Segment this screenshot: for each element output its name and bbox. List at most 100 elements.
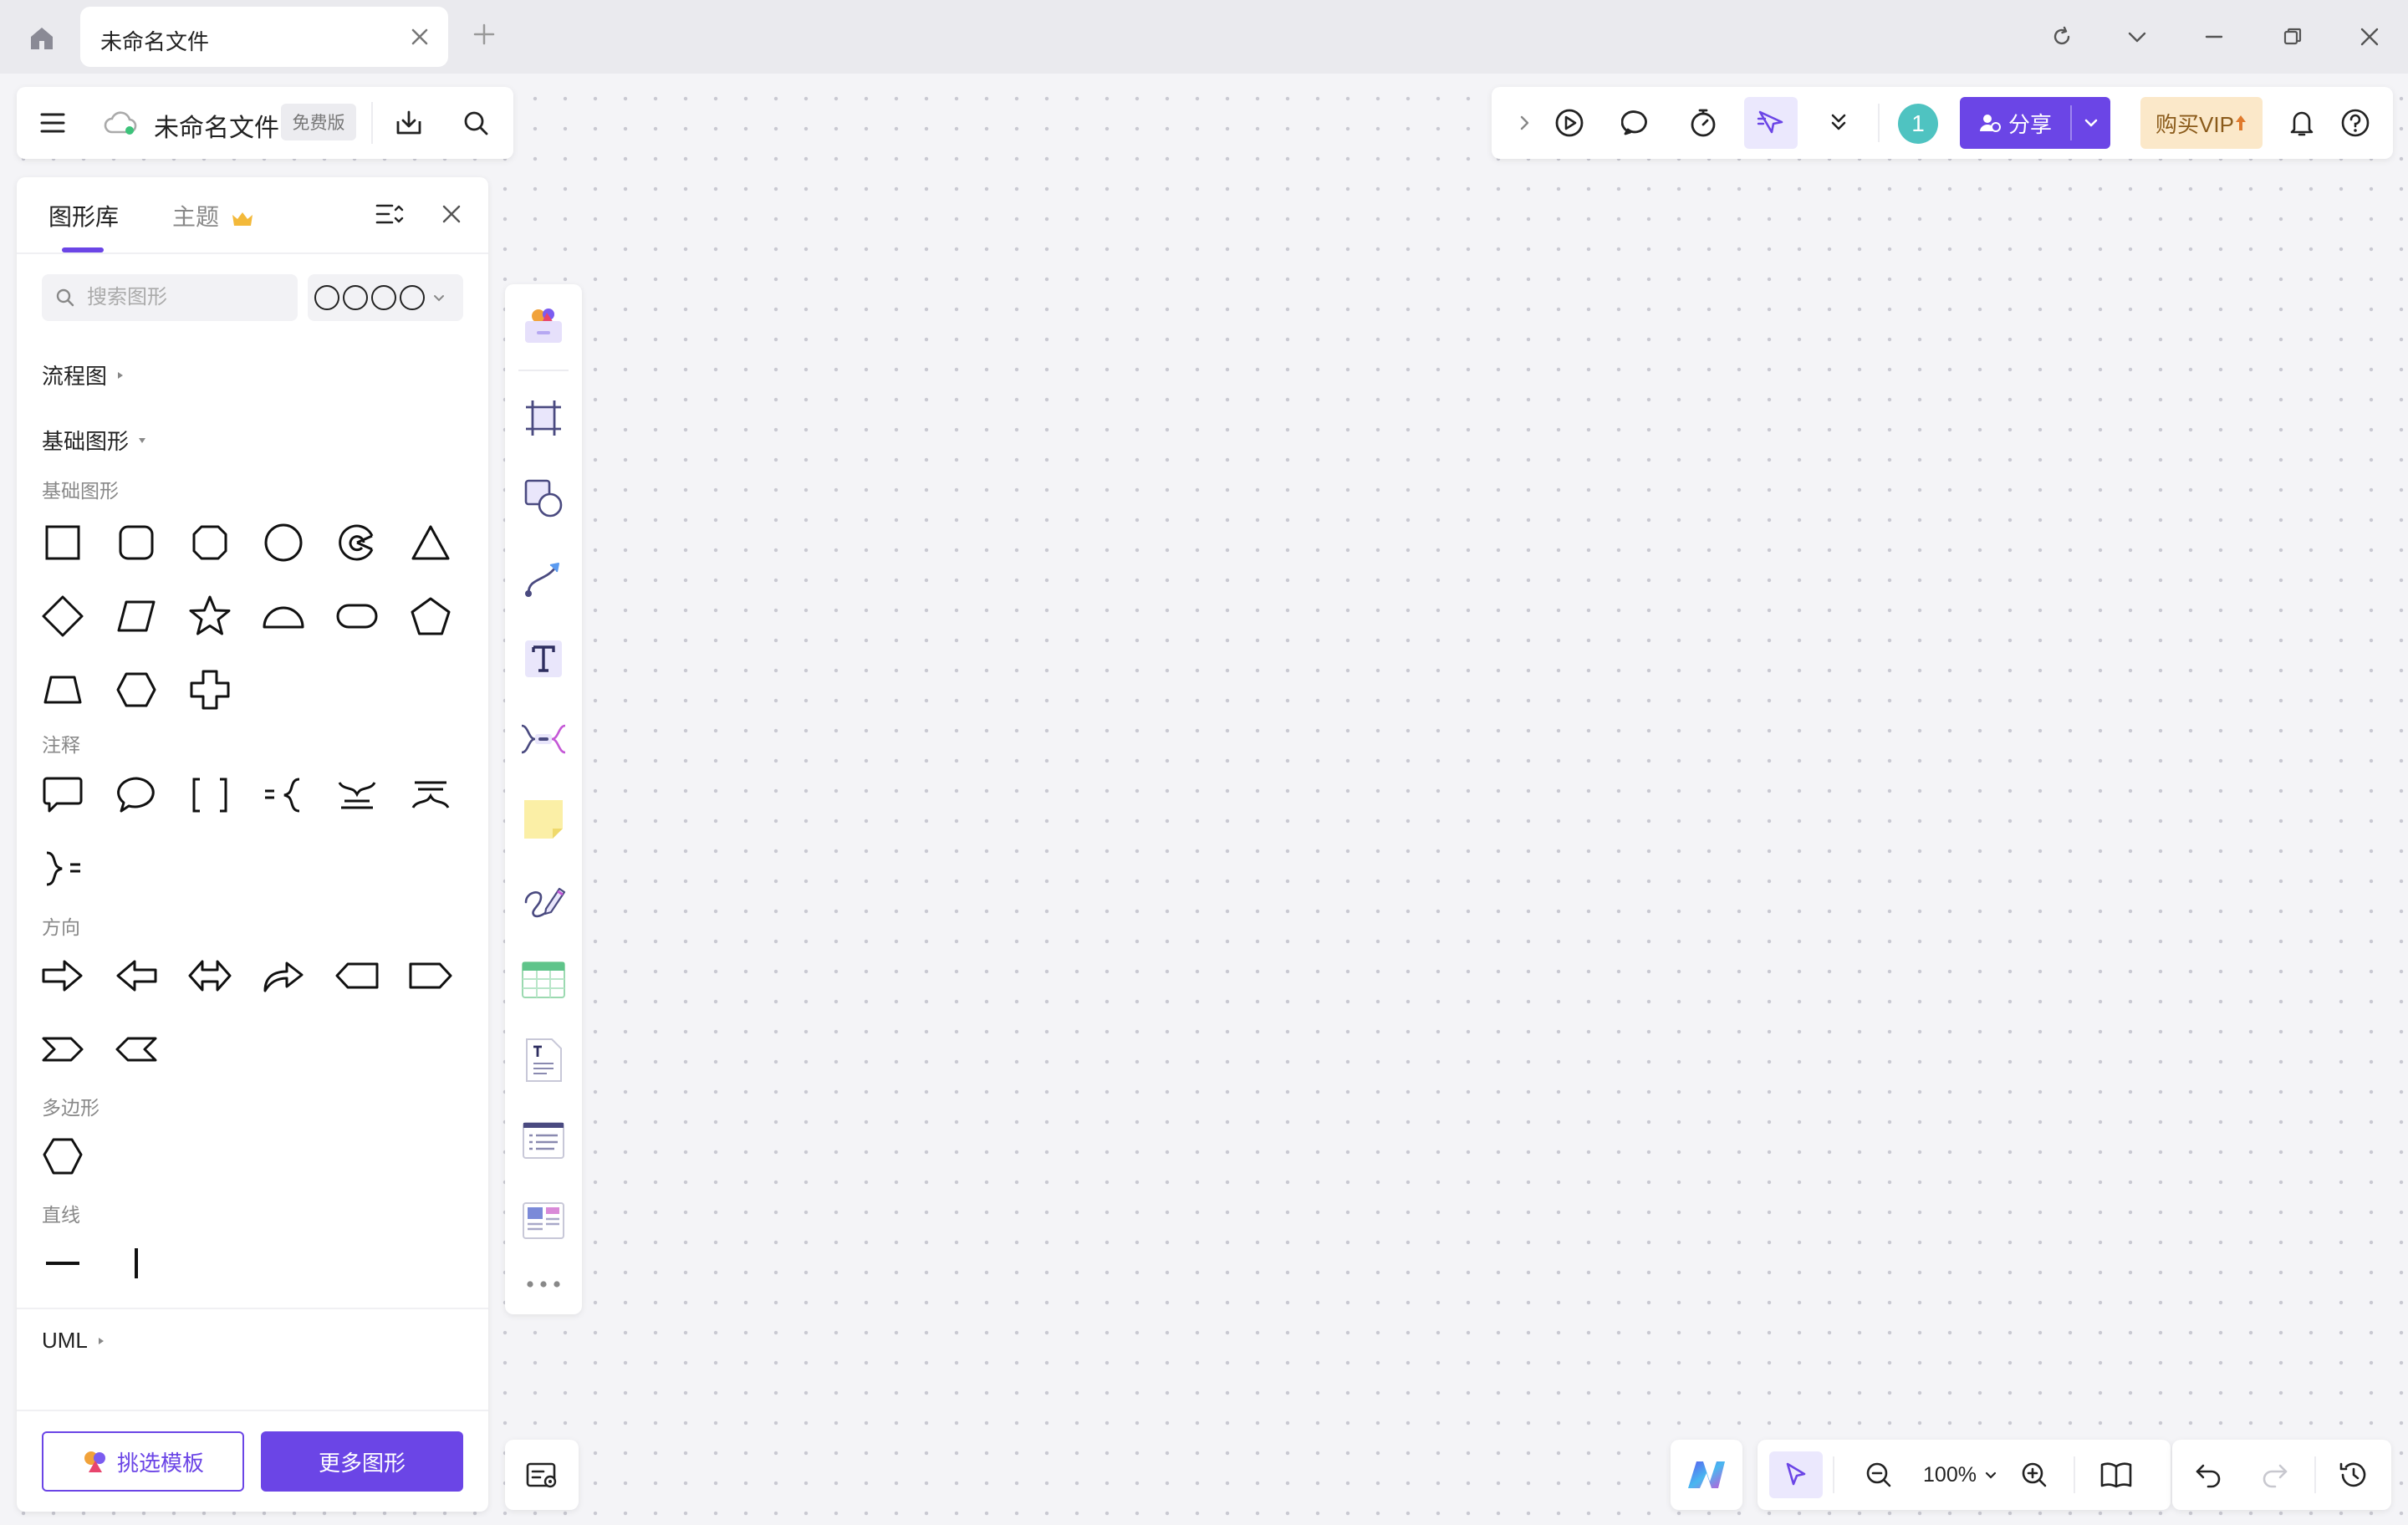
refresh-icon[interactable] [2043,18,2080,55]
star-shape[interactable] [184,590,236,642]
circle-shape[interactable] [258,517,309,569]
caret-down-icon [139,437,146,443]
collaborator-avatar[interactable]: 1 [1898,104,1938,144]
ai-assistant-icon[interactable] [1671,1440,1742,1510]
trapezoid-shape[interactable] [37,664,89,716]
tag-right-shape[interactable] [405,950,457,1002]
capsule-shape[interactable] [331,590,383,642]
rectangle-shape[interactable] [37,517,89,569]
pie-shape[interactable] [331,517,383,569]
list-card-icon[interactable] [518,1115,569,1165]
pen-draw-icon[interactable] [518,875,569,925]
menu-icon[interactable] [35,105,70,140]
section-uml[interactable]: UML [42,1328,106,1354]
sticky-note-icon[interactable] [518,794,569,844]
brackets-shape[interactable] [184,769,236,821]
share-main[interactable]: 分享 [1960,97,2070,149]
diamond-shape[interactable] [37,590,89,642]
restore-window-icon[interactable] [2274,18,2311,55]
follow-cursor-icon[interactable] [1744,97,1798,149]
redo-icon[interactable] [2251,1451,2299,1498]
file-name[interactable]: 未命名文件 [154,107,279,144]
section-uml-label: UML [42,1328,88,1353]
layout-template-icon[interactable] [518,1196,569,1246]
parallelogram-shape[interactable] [110,590,162,642]
bell-icon[interactable] [2281,102,2323,144]
share-dropdown-icon[interactable] [2072,97,2110,149]
close-icon[interactable] [433,196,470,232]
chevron-left-shape[interactable] [110,1023,162,1075]
table-icon[interactable] [518,955,569,1005]
connector-icon[interactable] [518,553,569,604]
undo-icon[interactable] [2184,1451,2232,1498]
search-icon[interactable] [457,104,495,142]
select-pointer-icon[interactable] [1769,1451,1823,1498]
buy-vip-button[interactable]: 购买VIP [2140,97,2263,149]
speech-bubble-rect-shape[interactable] [37,769,89,821]
shape-style-select[interactable] [308,274,463,321]
close-icon[interactable] [408,25,431,48]
add-tab-icon[interactable] [470,20,498,48]
frame-icon[interactable] [518,393,569,443]
zoom-level-select[interactable]: 100% [1915,1451,2007,1498]
tab-theme-label: 主题 [172,204,220,230]
more-tools-icon[interactable] [518,1259,569,1309]
document-tab[interactable]: 未命名文件 [80,7,448,67]
text-tool-icon[interactable] [518,634,569,684]
home-icon[interactable] [25,22,59,55]
brace-annotation-right-shape[interactable] [37,843,89,895]
chevron-down-icon [434,295,444,302]
shapes-tool-icon[interactable] [518,473,569,523]
double-chevron-down-icon[interactable] [1818,102,1860,144]
book-icon[interactable] [2092,1451,2140,1498]
comment-icon[interactable] [1615,102,1657,144]
mind-map-icon[interactable] [518,714,569,764]
brace-annotation-bottom-shape[interactable] [405,769,457,821]
template-gallery-icon[interactable] [518,299,569,349]
tag-left-shape[interactable] [331,950,383,1002]
zoom-toolbar: 100% [1758,1440,2171,1510]
pentagon-shape[interactable] [405,590,457,642]
timer-icon[interactable] [1682,102,1724,144]
minimap-icon[interactable] [505,1440,579,1510]
divider [2314,1456,2316,1493]
collapse-chevron-icon[interactable] [1503,102,1545,144]
pick-template-button[interactable]: 挑选模板 [42,1431,244,1492]
horizontal-line-shape[interactable] [37,1237,89,1289]
rounded-square-shape[interactable] [184,517,236,569]
polygon-shape[interactable] [37,1130,89,1182]
document-text-icon[interactable] [518,1035,569,1085]
rounded-rectangle-shape[interactable] [110,517,162,569]
version-history-icon[interactable] [2329,1451,2378,1498]
shape-search-input[interactable] [87,274,288,321]
cross-shape[interactable] [184,664,236,716]
manage-shapes-icon[interactable] [371,196,408,232]
present-play-icon[interactable] [1548,102,1590,144]
close-window-icon[interactable] [2351,18,2388,55]
brace-annotation-left-shape[interactable] [258,769,309,821]
semicircle-shape[interactable] [258,590,309,642]
more-shapes-button[interactable]: 更多图形 [261,1431,463,1492]
arrow-right-shape[interactable] [37,950,89,1002]
arrow-left-shape[interactable] [110,950,162,1002]
tab-theme[interactable]: 主题 [172,199,254,232]
triangle-shape[interactable] [405,517,457,569]
section-flowchart[interactable]: 流程图 [42,360,125,390]
section-basic-shapes[interactable]: 基础图形 [42,425,147,456]
zoom-in-icon[interactable] [2010,1451,2059,1498]
vertical-line-shape[interactable] [110,1237,162,1289]
chevron-down-icon[interactable] [2119,18,2155,55]
tab-shape-library[interactable]: 图形库 [48,199,119,232]
share-button[interactable]: 分享 [1960,97,2110,149]
download-icon[interactable] [390,104,428,142]
speech-bubble-round-shape[interactable] [110,769,162,821]
chevron-right-shape[interactable] [37,1023,89,1075]
arrow-double-shape[interactable] [184,950,236,1002]
section-flowchart-label: 流程图 [42,364,108,389]
zoom-out-icon[interactable] [1854,1451,1903,1498]
hexagon-shape[interactable] [110,664,162,716]
help-icon[interactable] [2334,102,2376,144]
brace-annotation-top-shape[interactable] [331,769,383,821]
arrow-curved-shape[interactable] [258,950,309,1002]
minimize-icon[interactable] [2196,18,2232,55]
